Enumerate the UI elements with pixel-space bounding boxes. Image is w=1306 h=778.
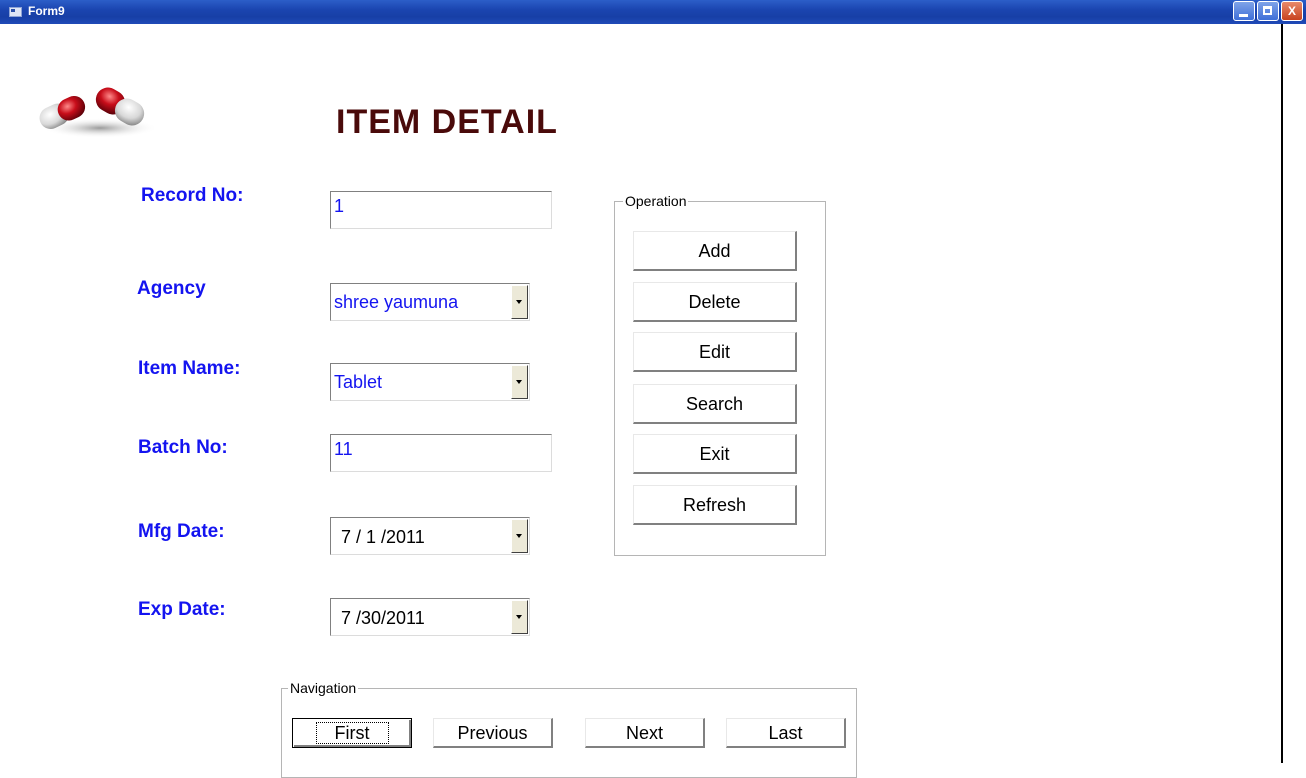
record-no-input[interactable]: 1 (330, 191, 552, 229)
navigation-group-title: Navigation (288, 680, 359, 696)
minimize-button[interactable] (1233, 1, 1255, 21)
exp-date-value: 7 /30/2011 (341, 608, 425, 628)
mfg-date-value: 7 / 1 /2011 (341, 527, 425, 547)
record-no-label: Record No: (141, 185, 244, 206)
agency-select[interactable]: shree yaumuna (330, 283, 530, 321)
chevron-down-icon[interactable] (511, 285, 528, 319)
delete-button[interactable]: Delete (633, 282, 797, 322)
edit-button[interactable]: Edit (633, 332, 797, 372)
next-button[interactable]: Next (585, 718, 705, 748)
page-title: ITEM DETAIL (336, 103, 558, 141)
mfg-date-picker[interactable]: 7 / 1 /2011 (330, 517, 530, 555)
chevron-down-icon[interactable] (511, 365, 528, 399)
chevron-down-icon[interactable] (511, 600, 528, 634)
item-name-select[interactable]: Tablet (330, 363, 530, 401)
item-name-value: Tablet (334, 372, 383, 392)
item-name-label: Item Name: (138, 358, 241, 379)
search-button[interactable]: Search (633, 384, 797, 424)
title-bar[interactable]: Form9 X (0, 0, 1306, 24)
restore-button[interactable] (1257, 1, 1279, 21)
previous-button[interactable]: Previous (433, 718, 553, 748)
exp-date-picker[interactable]: 7 /30/2011 (330, 598, 530, 636)
close-button[interactable]: X (1281, 1, 1303, 21)
exp-date-label: Exp Date: (138, 599, 226, 620)
exit-button[interactable]: Exit (633, 434, 797, 474)
last-button[interactable]: Last (726, 718, 846, 748)
app-icon[interactable] (9, 7, 22, 17)
agency-value: shree yaumuna (334, 292, 459, 312)
first-button[interactable]: First (292, 718, 412, 748)
mfg-date-label: Mfg Date: (138, 521, 225, 542)
window-edge (1281, 24, 1283, 763)
operation-group-title: Operation (623, 193, 689, 209)
chevron-down-icon[interactable] (511, 519, 528, 553)
agency-label: Agency (137, 278, 206, 299)
capsule-logo-icon (39, 87, 158, 138)
first-button-label: First (315, 722, 389, 744)
batch-no-label: Batch No: (138, 437, 228, 458)
batch-no-input[interactable]: 11 (330, 434, 552, 472)
refresh-button[interactable]: Refresh (633, 485, 797, 525)
add-button[interactable]: Add (633, 231, 797, 271)
window-title: Form9 (28, 4, 65, 18)
